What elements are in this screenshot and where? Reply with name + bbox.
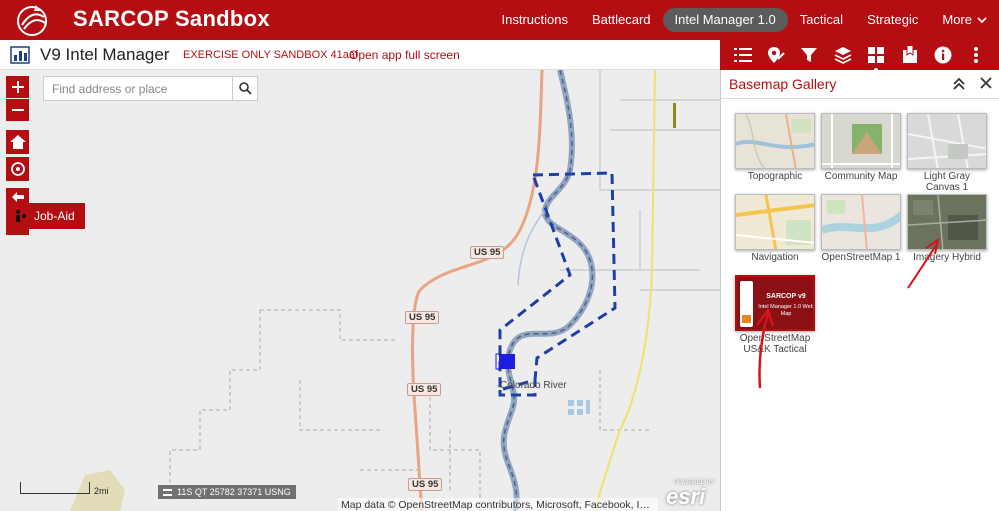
app-subbar: V9 Intel Manager EXERCISE ONLY SANDBOX 4… (0, 40, 720, 70)
basemap-label: Topographic (747, 171, 803, 182)
minus-icon (11, 109, 24, 111)
tactical-thumb-subtitle: Intel Manager 1.0 Web Map (758, 304, 814, 317)
nav-instructions[interactable]: Instructions (489, 8, 579, 32)
basemap-thumbnail: SARCOP v9 Intel Manager 1.0 Web Map (735, 275, 815, 331)
map-view[interactable]: US 95 US 95 US 95 US 95 Colorado River J… (0, 70, 720, 511)
nav-strategic[interactable]: Strategic (855, 8, 930, 32)
top-header: SARCOP Sandbox Instructions Battlecard I… (0, 0, 999, 40)
widget-toolbar (720, 40, 999, 72)
basemap-tile-imagery-hybrid[interactable]: Imagery Hybrid (907, 194, 987, 263)
basemap-thumbnail (821, 194, 901, 250)
scale-bar (20, 482, 90, 494)
basemap-label: Navigation (751, 252, 799, 263)
nav-intel-manager[interactable]: Intel Manager 1.0 (662, 8, 788, 32)
coordinate-icon (163, 488, 172, 496)
basemap-thumbnail (821, 113, 901, 169)
esri-wordmark: esri (666, 484, 706, 509)
tactical-thumb-title: SARCOP v9 (766, 293, 806, 300)
open-full-screen-link[interactable]: Open app full screen (349, 48, 460, 62)
nav-more-label: More (942, 12, 972, 27)
filter-icon[interactable] (797, 43, 821, 67)
more-vertical-icon[interactable] (964, 43, 988, 67)
basemap-label: Light Gray Canvas 1 (923, 171, 971, 193)
arrow-left-icon (11, 192, 24, 202)
plus-icon (11, 81, 24, 93)
basemap-thumbnail (735, 194, 815, 250)
exercise-label: EXERCISE ONLY SANDBOX 41aaf (183, 49, 359, 61)
esri-logo: POWERED BY esri (664, 480, 718, 510)
collapse-up-icon[interactable] (951, 76, 967, 92)
app-title: SARCOP Sandbox (73, 6, 270, 31)
basemap-tile-topographic[interactable]: Topographic (735, 113, 815, 182)
home-icon (9, 135, 26, 149)
route-shield: US 95 (408, 478, 443, 491)
basemap-label: OpenStreetMap 1 (821, 252, 901, 263)
map-attribution: Map data © OpenStreetMap contributors, M… (338, 498, 658, 511)
panel-title: Basemap Gallery (729, 76, 837, 92)
panel-header: Basemap Gallery (721, 70, 999, 99)
zoom-in-button[interactable] (6, 76, 29, 98)
job-aid-button[interactable]: Job-Aid (8, 203, 85, 229)
place-label: Colorado River (500, 380, 567, 391)
search-icon (238, 82, 252, 95)
sarcop-logo-icon (17, 5, 47, 36)
map-base-layer (70, 70, 720, 511)
chevron-down-icon (977, 17, 987, 24)
basemap-thumbnail (735, 113, 815, 169)
locate-icon (10, 162, 25, 176)
basemap-label: Community Map (824, 171, 898, 182)
basemap-gallery-icon[interactable] (864, 43, 888, 72)
coordinate-readout[interactable]: 11S QT 25782 37371 USNG (158, 485, 296, 499)
list-icon[interactable] (731, 43, 755, 67)
route-shield: US 95 (405, 311, 440, 324)
nav-tactical[interactable]: Tactical (788, 8, 855, 32)
basemap-tile-navigation[interactable]: Navigation (735, 194, 815, 263)
basemap-thumbnail (907, 113, 987, 169)
basemap-label: Imagery Hybrid (913, 252, 981, 263)
nav-more[interactable]: More (930, 8, 999, 32)
layers-icon[interactable] (831, 43, 855, 67)
home-button[interactable] (6, 130, 29, 154)
basemap-gallery-panel: Basemap Gallery Topographic Community Ma… (720, 70, 999, 511)
route-shield: US 95 (407, 383, 442, 396)
basemap-thumbnail (907, 194, 987, 250)
module-title: V9 Intel Manager (40, 45, 170, 64)
bookmark-icon[interactable] (898, 43, 922, 67)
basemap-tile-openstreetmap[interactable]: OpenStreetMap 1 (821, 194, 901, 263)
nav-battlecard[interactable]: Battlecard (580, 8, 663, 32)
locate-button[interactable] (6, 157, 29, 181)
basemap-tile-osm-tactical[interactable]: SARCOP v9 Intel Manager 1.0 Web Map Open… (735, 275, 815, 355)
top-nav: Instructions Battlecard Intel Manager 1.… (489, 0, 999, 40)
chart-app-icon (10, 46, 30, 64)
basemap-tile-community-map[interactable]: Community Map (821, 113, 901, 182)
info-icon[interactable] (931, 43, 955, 67)
basemap-label: OpenStreetMap US&K Tactical (739, 333, 811, 355)
location-edit-icon[interactable] (764, 43, 788, 67)
search-widget (43, 76, 258, 101)
route-shield: US 95 (470, 246, 505, 259)
job-aid-icon (16, 210, 26, 222)
coordinate-text: 11S QT 25782 37371 USNG (177, 487, 291, 497)
tactical-thumb-badge (742, 315, 751, 323)
scale-label: 2mi (94, 486, 109, 496)
job-aid-label: Job-Aid (34, 209, 75, 223)
basemap-tile-light-gray-canvas[interactable]: Light Gray Canvas 1 (907, 113, 987, 193)
zoom-out-button[interactable] (6, 99, 29, 121)
search-button[interactable] (232, 77, 257, 100)
search-input[interactable] (44, 77, 233, 100)
close-icon[interactable] (979, 76, 993, 90)
